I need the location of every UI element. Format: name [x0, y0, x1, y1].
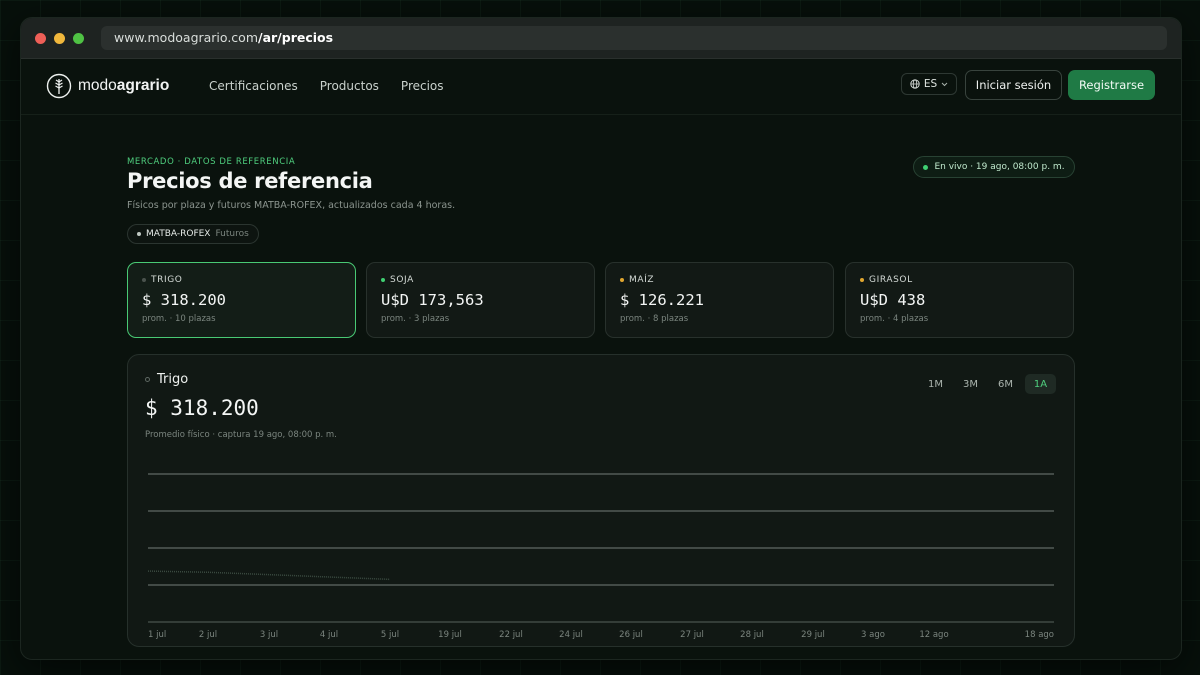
commodity-card-trigo[interactable]: TRIGO $ 318.200 prom. · 10 plazas	[127, 262, 356, 338]
card-label-text: GIRASOL	[869, 275, 913, 285]
login-button[interactable]: Iniciar sesión	[965, 70, 1062, 100]
x-tick-label: 26 jul	[619, 630, 643, 640]
nav-links: Certificaciones Productos Precios	[209, 79, 444, 93]
section-eyebrow: MERCADO · DATOS DE REFERENCIA	[127, 157, 296, 167]
commodity-dot-icon	[381, 278, 385, 282]
x-tick-label: 3 jul	[260, 630, 278, 640]
brand-name-bold: agrario	[116, 77, 170, 94]
x-tick-label: 4 jul	[320, 630, 338, 640]
panel-title: Trigo	[145, 372, 188, 387]
card-price: $ 126.221	[620, 291, 704, 309]
commodity-cards: TRIGO $ 318.200 prom. · 10 plazas SOJA U…	[127, 262, 1075, 338]
panel-title-text: Trigo	[157, 372, 189, 387]
card-label-text: TRIGO	[151, 275, 183, 285]
range-selector: 1M 3M 6M 1A	[920, 374, 1056, 394]
page-subtitle: Físicos por plaza y futuros MATBA-ROFEX,…	[127, 200, 456, 211]
card-label: TRIGO	[142, 275, 182, 285]
source-name: MATBA-ROFEX	[146, 229, 211, 239]
range-3m[interactable]: 3M	[955, 374, 986, 394]
commodity-dot-icon	[860, 278, 864, 282]
card-label: GIRASOL	[860, 275, 913, 285]
live-indicator-icon	[923, 164, 929, 170]
x-tick-label: 19 jul	[438, 630, 462, 640]
close-window-button[interactable]	[35, 33, 46, 44]
nav-link-certificaciones[interactable]: Certificaciones	[209, 79, 298, 93]
commodity-dot-icon	[620, 278, 624, 282]
series-line	[147, 570, 391, 581]
x-tick-label: 12 ago	[919, 630, 948, 640]
range-1m[interactable]: 1M	[920, 374, 951, 394]
x-tick-label: 28 jul	[740, 630, 764, 640]
range-1a[interactable]: 1A	[1025, 374, 1056, 394]
x-tick-label: 18 ago	[1025, 630, 1054, 640]
page-title: Precios de referencia	[127, 169, 373, 193]
card-sub: prom. · 4 plazas	[860, 314, 929, 324]
browser-window: www.modoagrario.com/ar/precios modoagrar…	[20, 17, 1182, 660]
commodity-card-soja[interactable]: SOJA U$D 173,563 prom. · 3 plazas	[366, 262, 595, 338]
brand-name: modoagrario	[78, 77, 169, 95]
x-tick-label: 1 jul	[148, 630, 166, 640]
card-sub: prom. · 8 plazas	[620, 314, 689, 324]
commodity-dot-icon	[142, 278, 146, 282]
register-button[interactable]: Registrarse	[1068, 70, 1155, 100]
card-label: SOJA	[381, 275, 414, 285]
language-label: ES	[923, 78, 938, 90]
brand-logo[interactable]: modoagrario	[46, 72, 169, 100]
browser-chrome: www.modoagrario.com/ar/precios	[21, 18, 1181, 59]
source-filter-pill[interactable]: MATBA-ROFEX Futuros	[127, 224, 259, 244]
live-status-badge: En vivo · 19 ago, 08:00 p. m.	[913, 156, 1075, 178]
x-tick-label: 5 jul	[381, 630, 399, 640]
x-tick-label: 24 jul	[559, 630, 583, 640]
card-label: MAÍZ	[620, 275, 654, 285]
x-tick-label: 22 jul	[499, 630, 523, 640]
card-sub: prom. · 10 plazas	[142, 314, 216, 324]
panel-price: $ 318.200	[145, 396, 259, 420]
chevron-down-icon	[941, 82, 948, 86]
language-selector[interactable]: ES	[901, 73, 957, 95]
card-price: $ 318.200	[142, 291, 226, 309]
url-path: /ar/precios	[258, 30, 334, 45]
card-label-text: SOJA	[390, 275, 414, 285]
url-host: www.modoagrario.com	[114, 30, 259, 45]
source-type: Futuros	[215, 229, 249, 239]
series-dot-icon	[145, 377, 150, 382]
live-status-text: En vivo · 19 ago, 08:00 p. m.	[934, 162, 1065, 172]
brand-name-light: modo	[78, 77, 117, 94]
card-sub: prom. · 3 plazas	[381, 314, 450, 324]
nav-link-precios[interactable]: Precios	[401, 79, 444, 93]
commodity-card-girasol[interactable]: GIRASOL U$D 438 prom. · 4 plazas	[845, 262, 1074, 338]
source-dot-icon	[137, 232, 141, 236]
x-tick-label: 2 jul	[199, 630, 217, 640]
x-tick-label: 27 jul	[680, 630, 704, 640]
card-price: U$D 173,563	[381, 291, 484, 309]
panel-caption: Promedio físico · captura 19 ago, 08:00 …	[145, 430, 337, 440]
top-nav: modoagrario Certificaciones Productos Pr…	[21, 58, 1181, 115]
x-tick-label: 29 jul	[801, 630, 825, 640]
range-6m[interactable]: 6M	[990, 374, 1021, 394]
price-line-chart: 1 jul 2 jul 3 jul 4 jul 5 jul 19 jul 22 jul 24 …	[147, 473, 1054, 640]
maximize-window-button[interactable]	[73, 33, 84, 44]
x-tick-label: 3 ago	[861, 630, 885, 640]
card-price: U$D 438	[860, 291, 926, 309]
globe-icon	[910, 79, 920, 89]
minimize-window-button[interactable]	[54, 33, 65, 44]
commodity-card-maiz[interactable]: MAÍZ $ 126.221 prom. · 8 plazas	[605, 262, 834, 338]
nav-link-productos[interactable]: Productos	[320, 79, 379, 93]
card-label-text: MAÍZ	[629, 275, 655, 285]
address-bar[interactable]: www.modoagrario.com/ar/precios	[101, 26, 1167, 50]
wheat-logo-icon	[46, 73, 72, 99]
price-chart-panel: Trigo $ 318.200 Promedio físico · captur…	[127, 354, 1075, 647]
